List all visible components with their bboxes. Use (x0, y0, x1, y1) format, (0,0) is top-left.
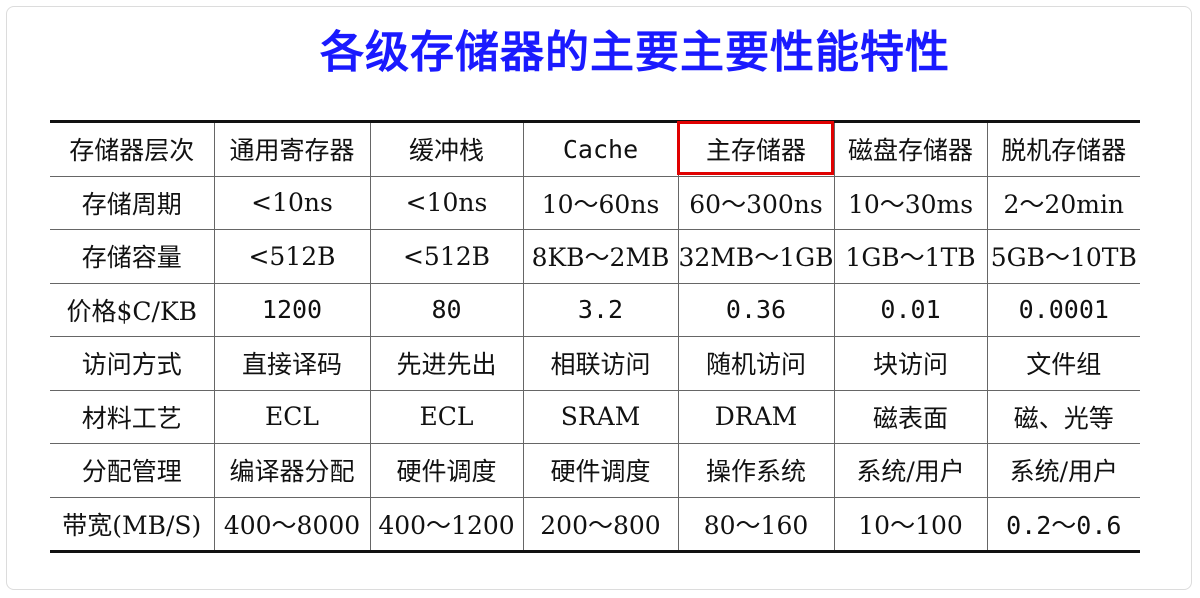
table-cell: 400～1200 (369, 497, 524, 552)
storage-performance-table: 存储器层次 通用寄存器 缓冲栈 Cache 主存储器 磁盘存储器 脱机存储器 存… (50, 120, 1141, 553)
table-cell: <512B (213, 229, 371, 284)
page-title: 各级存储器的主要主要性能特性 (320, 27, 950, 78)
row-label: 存储容量 (50, 229, 215, 284)
row-label: 存储周期 (50, 176, 215, 230)
table-row: 存储周期 <10ns <10ns 10～60ns 60～300ns 10～30m… (50, 176, 1141, 230)
table-cell: 操作系统 (677, 443, 835, 498)
row-label: 价格$C/KB (50, 283, 215, 337)
table-cell: 文件组 (986, 336, 1141, 391)
table-cell: DRAM (677, 390, 835, 444)
table-row: 访问方式 直接译码 先进先出 相联访问 随机访问 块访问 文件组 (50, 336, 1141, 391)
table-cell: 0.2～0.6 (986, 497, 1141, 552)
table-cell: 10～30ms (833, 176, 988, 230)
table-cell: 10～100 (833, 497, 988, 552)
table-cell: 200～800 (522, 497, 679, 552)
header-cell: 存储器层次 (50, 121, 215, 177)
table-row: 材料工艺 ECL ECL SRAM DRAM 磁表面 磁、光等 (50, 390, 1141, 444)
table-row: 价格$C/KB 1200 80 3.2 0.36 0.01 0.0001 (50, 283, 1141, 337)
table-cell: 3.2 (522, 283, 679, 337)
table-row: 存储容量 <512B <512B 8KB～2MB 32MB～1GB 1GB～1T… (50, 229, 1141, 284)
table-cell: 相联访问 (522, 336, 679, 391)
table-cell: 系统/用户 (833, 443, 988, 498)
table-cell: 10～60ns (522, 176, 679, 230)
table-cell: 2～20min (986, 176, 1141, 230)
header-cell: Cache (522, 121, 679, 177)
table-cell: 磁、光等 (986, 390, 1141, 444)
table-cell: <10ns (369, 176, 524, 230)
table-cell: ECL (369, 390, 524, 444)
row-label: 分配管理 (50, 443, 215, 498)
row-label: 带宽(MB/S) (50, 497, 215, 552)
header-cell: 缓冲栈 (369, 121, 524, 177)
table-cell: 硬件调度 (369, 443, 524, 498)
table-row: 分配管理 编译器分配 硬件调度 硬件调度 操作系统 系统/用户 系统/用户 (50, 443, 1141, 498)
table-cell: 0.36 (677, 283, 835, 337)
table-cell: 1200 (213, 283, 371, 337)
table-cell: 0.01 (833, 283, 988, 337)
table-cell: 系统/用户 (986, 443, 1141, 498)
table-cell: <512B (369, 229, 524, 284)
row-label: 访问方式 (50, 336, 215, 391)
row-label: 材料工艺 (50, 390, 215, 444)
main-memory-highlight-box (677, 121, 834, 175)
table-cell: 80～160 (677, 497, 835, 552)
table-cell: 80 (369, 283, 524, 337)
header-cell: 通用寄存器 (213, 121, 371, 177)
header-cell: 脱机存储器 (986, 121, 1141, 177)
table-cell: 32MB～1GB (677, 229, 835, 284)
table-cell: 0.0001 (986, 283, 1141, 337)
table-cell: 编译器分配 (213, 443, 371, 498)
table-cell: SRAM (522, 390, 679, 444)
table-cell: 1GB～1TB (833, 229, 988, 284)
table-cell: 块访问 (833, 336, 988, 391)
table-cell: 直接译码 (213, 336, 371, 391)
table-cell: 400～8000 (213, 497, 371, 552)
table-cell: 先进先出 (369, 336, 524, 391)
table-cell: 60～300ns (677, 176, 835, 230)
table-cell: 5GB～10TB (986, 229, 1141, 284)
table-cell: 磁表面 (833, 390, 988, 444)
table-cell: <10ns (213, 176, 371, 230)
table-cell: ECL (213, 390, 371, 444)
table-header-row: 存储器层次 通用寄存器 缓冲栈 Cache 主存储器 磁盘存储器 脱机存储器 (50, 121, 1141, 177)
table-cell: 硬件调度 (522, 443, 679, 498)
header-cell: 磁盘存储器 (833, 121, 988, 177)
table-row: 带宽(MB/S) 400～8000 400～1200 200～800 80～16… (50, 497, 1141, 552)
table-cell: 随机访问 (677, 336, 835, 391)
table-cell: 8KB～2MB (522, 229, 679, 284)
